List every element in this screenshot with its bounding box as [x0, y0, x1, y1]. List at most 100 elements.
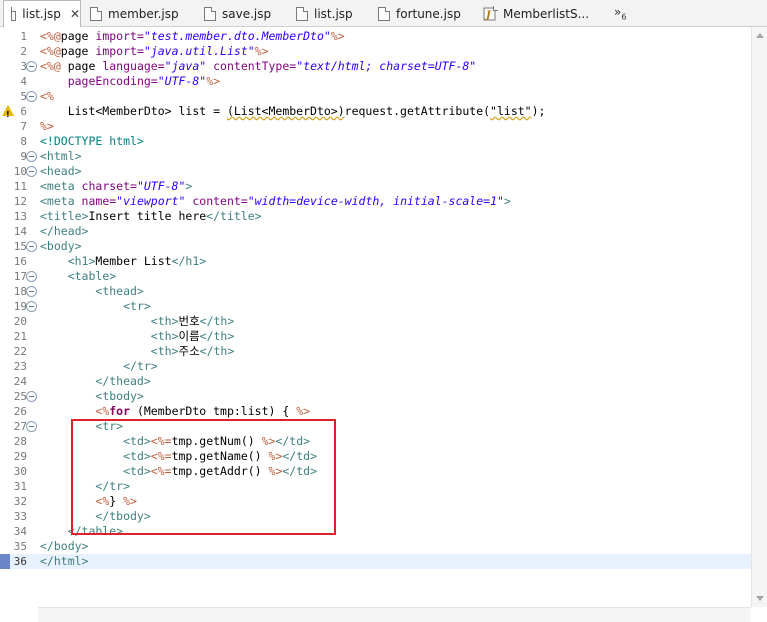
close-icon[interactable]: ✕: [70, 8, 80, 20]
horizontal-scrollbar[interactable]: [38, 607, 751, 622]
line-number: 25: [13, 390, 27, 403]
tab-overflow-button[interactable]: »6: [614, 0, 626, 27]
code-token: <title>: [40, 209, 89, 223]
code-line[interactable]: 19 <tr>: [0, 299, 751, 314]
code-line[interactable]: 18 <thead>: [0, 284, 751, 299]
code-line[interactable]: 12 <meta name="viewport" content="width=d…: [0, 194, 751, 209]
code-text: <%@ page language="java" contentType="te…: [40, 59, 476, 74]
fold-toggle-icon[interactable]: [26, 91, 37, 102]
line-number: 4: [20, 75, 27, 88]
tab-label: list.jsp: [314, 6, 353, 21]
code-line[interactable]: 10 <head>: [0, 164, 751, 179]
tab-list-jsp-2[interactable]: list.jsp: [296, 0, 353, 27]
fold-toggle-icon[interactable]: [26, 61, 37, 72]
code-text: </body>: [40, 539, 88, 554]
fold-toggle-icon[interactable]: [26, 421, 37, 432]
code-token: %>: [206, 74, 221, 88]
code-editor[interactable]: 1 <%@page import="test.member.dto.MemberD…: [0, 27, 767, 622]
tab-member-jsp[interactable]: member.jsp: [90, 0, 179, 27]
code-token: 번호: [178, 314, 200, 328]
code-token: "UTF-8": [157, 74, 207, 88]
code-token: "viewport": [116, 194, 186, 208]
code-line[interactable]: 21 <th>이름</th>: [0, 329, 751, 344]
code-line[interactable]: 17 <table>: [0, 269, 751, 284]
code-line[interactable]: 35 </body>: [0, 539, 751, 554]
code-line[interactable]: 15 <body>: [0, 239, 751, 254]
scroll-up-icon[interactable]: [756, 33, 764, 38]
line-number: 22: [13, 345, 27, 358]
fold-toggle-icon[interactable]: [26, 166, 37, 177]
code-text: </html>: [40, 554, 88, 569]
code-token: for: [109, 404, 131, 418]
code-token: </head>: [40, 224, 89, 238]
fold-toggle-icon[interactable]: [26, 271, 37, 282]
code-line[interactable]: 2 <%@page import="java.util.List"%>: [0, 44, 751, 59]
code-token: %>: [254, 44, 269, 58]
tab-fortune-jsp[interactable]: fortune.jsp: [378, 0, 461, 27]
line-number: 30: [13, 465, 27, 478]
code-line[interactable]: 4 pageEncoding="UTF-8"%>: [0, 74, 751, 89]
code-line[interactable]: 11 <meta charset="UTF-8">: [0, 179, 751, 194]
line-number: 33: [13, 510, 27, 523]
line-number: 14: [13, 225, 27, 238]
code-token: <%@: [40, 44, 61, 58]
code-line[interactable]: 1 <%@page import="test.member.dto.MemberD…: [0, 29, 751, 44]
code-token: );: [531, 104, 546, 118]
scroll-down-icon[interactable]: [756, 596, 764, 601]
code-text: <head>: [40, 164, 82, 179]
line-number: 32: [13, 495, 27, 508]
fold-toggle-icon[interactable]: [26, 286, 37, 297]
tab-save-jsp[interactable]: save.jsp: [204, 0, 271, 27]
jsp-file-icon: [378, 6, 390, 21]
code-token: <%@: [40, 59, 68, 73]
jsp-file-icon: [296, 6, 308, 21]
fold-toggle-icon[interactable]: [26, 241, 37, 252]
line-number: 23: [13, 360, 27, 373]
line-number: 13: [13, 210, 27, 223]
code-text: %>: [40, 119, 54, 134]
code-line[interactable]: 22 <th>주소</th>: [0, 344, 751, 359]
code-token: <table>: [67, 269, 117, 283]
line-number: 2: [20, 45, 27, 58]
line-number: 34: [13, 525, 27, 538]
jsp-file-icon: [204, 6, 216, 21]
code-line[interactable]: 16 <h1>Member List</h1>: [0, 254, 751, 269]
line-number: 18: [13, 285, 27, 298]
code-line[interactable]: 24 </thead>: [0, 374, 751, 389]
code-text: <meta charset="UTF-8">: [40, 179, 192, 194]
code-line[interactable]: 25 <tbody>: [0, 389, 751, 404]
code-line[interactable]: 14 </head>: [0, 224, 751, 239]
line-number: 16: [13, 255, 27, 268]
highlight-annotation-box: [71, 419, 336, 535]
code-line[interactable]: 6! List<MemberDto> list = (List<MemberDt…: [0, 104, 751, 119]
line-number: 28: [13, 435, 27, 448]
code-line[interactable]: 26 <%for (MemberDto tmp:list) { %>: [0, 404, 751, 419]
code-line[interactable]: 8 <!DOCTYPE html>: [0, 134, 751, 149]
code-token: <!DOCTYPE html>: [40, 134, 144, 148]
fold-toggle-icon[interactable]: [26, 151, 37, 162]
line-number: 3: [20, 60, 27, 73]
code-line[interactable]: 7 %>: [0, 119, 751, 134]
code-token: "java.util.List": [143, 44, 255, 58]
code-line[interactable]: 13 <title>Insert title here</title>: [0, 209, 751, 224]
code-line[interactable]: 20 <th>번호</th>: [0, 314, 751, 329]
code-line[interactable]: 9 <html>: [0, 149, 751, 164]
code-line[interactable]: 3 <%@ page language="java" contentType="t…: [0, 59, 751, 74]
code-token: "text/html; charset=UTF-8": [296, 59, 477, 73]
code-line[interactable]: 36 </html>: [0, 554, 751, 569]
tab-list-jsp[interactable]: list.jsp ✕: [3, 0, 81, 28]
fold-toggle-icon[interactable]: [26, 391, 37, 402]
tab-label: list.jsp: [22, 7, 61, 21]
code-line[interactable]: 23 </tr>: [0, 359, 751, 374]
code-token: </th>: [199, 329, 235, 343]
code-token: <tbody>: [95, 389, 144, 403]
code-line[interactable]: 5 <%: [0, 89, 751, 104]
tab-memberlist-servlet[interactable]: J MemberlistS...: [483, 0, 589, 27]
fold-toggle-icon[interactable]: [26, 301, 37, 312]
vertical-scrollbar[interactable]: [751, 27, 767, 607]
warning-icon[interactable]: !: [2, 105, 14, 119]
